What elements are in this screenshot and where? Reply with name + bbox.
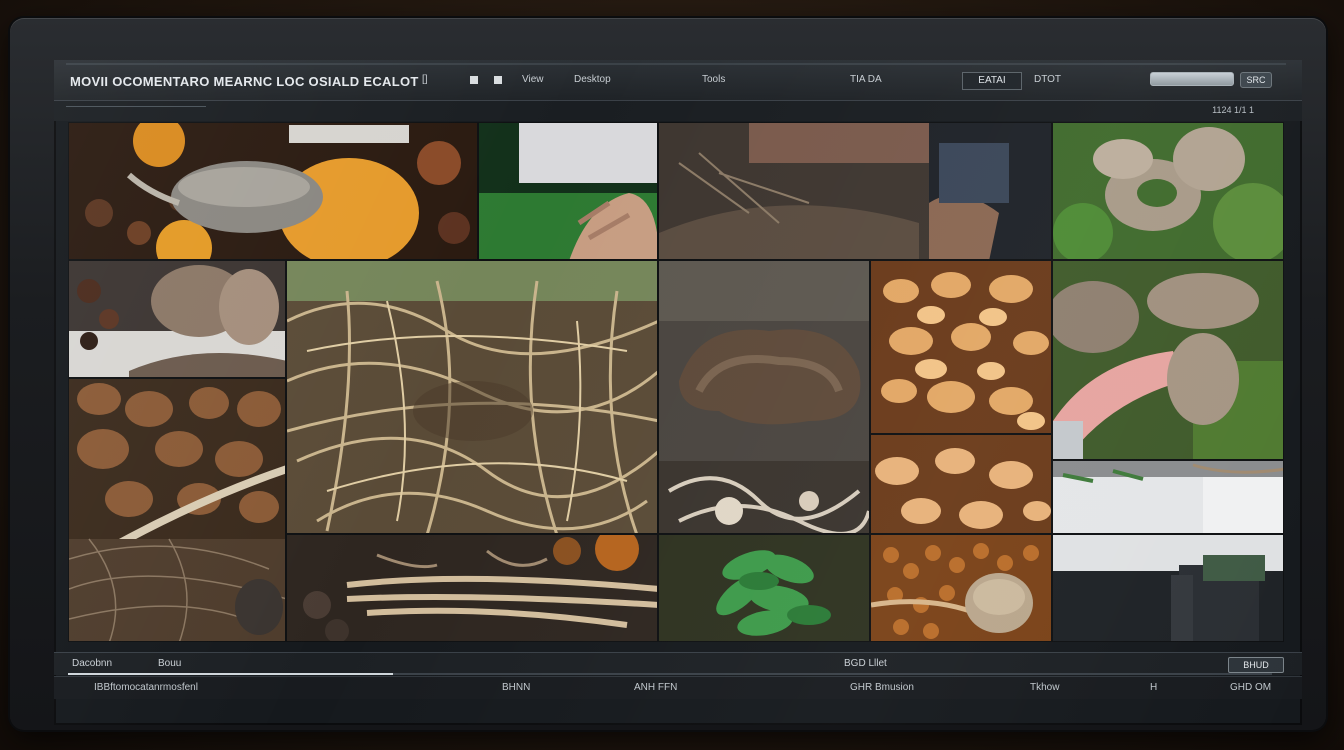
toolbar-view[interactable]: View — [522, 74, 544, 85]
tile-white-surface[interactable] — [1052, 460, 1284, 534]
footer-tab-2[interactable]: Bouu — [158, 658, 181, 669]
app-window: MOVII OCOMENTARO MEARNC LOC OSIALD ECALO… — [54, 60, 1302, 725]
zoom-field[interactable]: EATAI — [962, 72, 1022, 90]
title-bar-line — [66, 63, 1286, 65]
tile-image — [479, 123, 657, 259]
menu-dtot[interactable]: DTOT — [1034, 74, 1061, 85]
menu-tools[interactable]: Tools — [702, 74, 725, 85]
tile-pink-hand-cap[interactable] — [1052, 260, 1284, 460]
tile-image — [659, 261, 869, 533]
search-input[interactable] — [1150, 72, 1234, 86]
tile-golden-mushrooms-2[interactable] — [870, 434, 1052, 534]
tile-golden-mushrooms-1[interactable] — [870, 260, 1052, 434]
menu-tiada[interactable]: TIA DA — [850, 74, 882, 85]
status-bar: IBBftomocatanrmosfenl BHNN ANH FFN GHR B… — [54, 676, 1302, 699]
item-count: 1124 1/1 1 — [1212, 105, 1254, 115]
tile-beans-cap[interactable] — [68, 260, 286, 378]
tile-image — [69, 261, 285, 377]
page-button[interactable]: BHUD — [1228, 657, 1284, 673]
window-title: MOVII OCOMENTARO MEARNC LOC OSIALD ECALO… — [70, 74, 419, 89]
tile-brown-fungus[interactable] — [658, 260, 870, 534]
tile-image — [1053, 261, 1283, 459]
tile-image — [287, 261, 657, 533]
sub-toolbar: 1124 1/1 1 — [54, 101, 1302, 121]
tile-image — [871, 261, 1051, 433]
tile-image — [69, 123, 477, 259]
tile-image — [1053, 123, 1283, 259]
tile-image — [659, 123, 1051, 259]
tile-image — [871, 535, 1051, 641]
progress-bar — [68, 673, 1272, 675]
list-view-icon[interactable] — [494, 76, 502, 84]
image-gallery — [68, 122, 1284, 642]
status-left: IBBftomocatanrmosfenl — [94, 682, 198, 693]
toolbar-desktop[interactable]: Desktop — [574, 74, 611, 85]
tile-image — [1053, 535, 1283, 641]
tile-green-leaves[interactable] — [658, 534, 870, 642]
toolbar-item[interactable]: [] — [422, 74, 428, 85]
tile-mushroom-oranges[interactable] — [68, 122, 478, 260]
status-item: BHNN — [502, 682, 531, 693]
grid-view-icon[interactable] — [470, 76, 478, 84]
tile-green-hand[interactable] — [478, 122, 658, 260]
tile-soil-hand[interactable] — [658, 122, 1052, 260]
footer-toolbar: Dacobnn Bouu BGD Lllet BHUD — [54, 652, 1302, 675]
tile-orange-cap[interactable] — [870, 534, 1052, 642]
progress-fill — [68, 673, 394, 675]
status-item: GHR Bmusion — [850, 682, 914, 693]
footer-center-label: BGD Lllet — [844, 658, 887, 669]
tile-image — [659, 535, 869, 641]
tile-brown-pebbles[interactable] — [68, 378, 286, 642]
monitor-bezel: MOVII OCOMENTARO MEARNC LOC OSIALD ECALO… — [10, 18, 1326, 730]
tile-mycelium-roots[interactable] — [286, 260, 658, 534]
tile-image — [1053, 461, 1283, 533]
status-item: ANH FFN — [634, 682, 678, 693]
status-item: Tkhow — [1030, 682, 1060, 693]
status-item: GHD OM — [1230, 682, 1272, 693]
tile-dark-object[interactable] — [1052, 534, 1284, 642]
tile-root-bundle[interactable] — [286, 534, 658, 642]
tile-image — [871, 435, 1051, 533]
title-bar: MOVII OCOMENTARO MEARNC LOC OSIALD ECALO… — [54, 60, 1302, 101]
sub-toolbar-divider — [66, 106, 206, 107]
tile-moss-mushrooms[interactable] — [1052, 122, 1284, 260]
status-item: H — [1150, 682, 1158, 693]
search-button[interactable]: SRC — [1240, 72, 1272, 88]
tile-image — [69, 379, 285, 641]
footer-tab-1[interactable]: Dacobnn — [72, 658, 112, 669]
tile-image — [287, 535, 657, 641]
